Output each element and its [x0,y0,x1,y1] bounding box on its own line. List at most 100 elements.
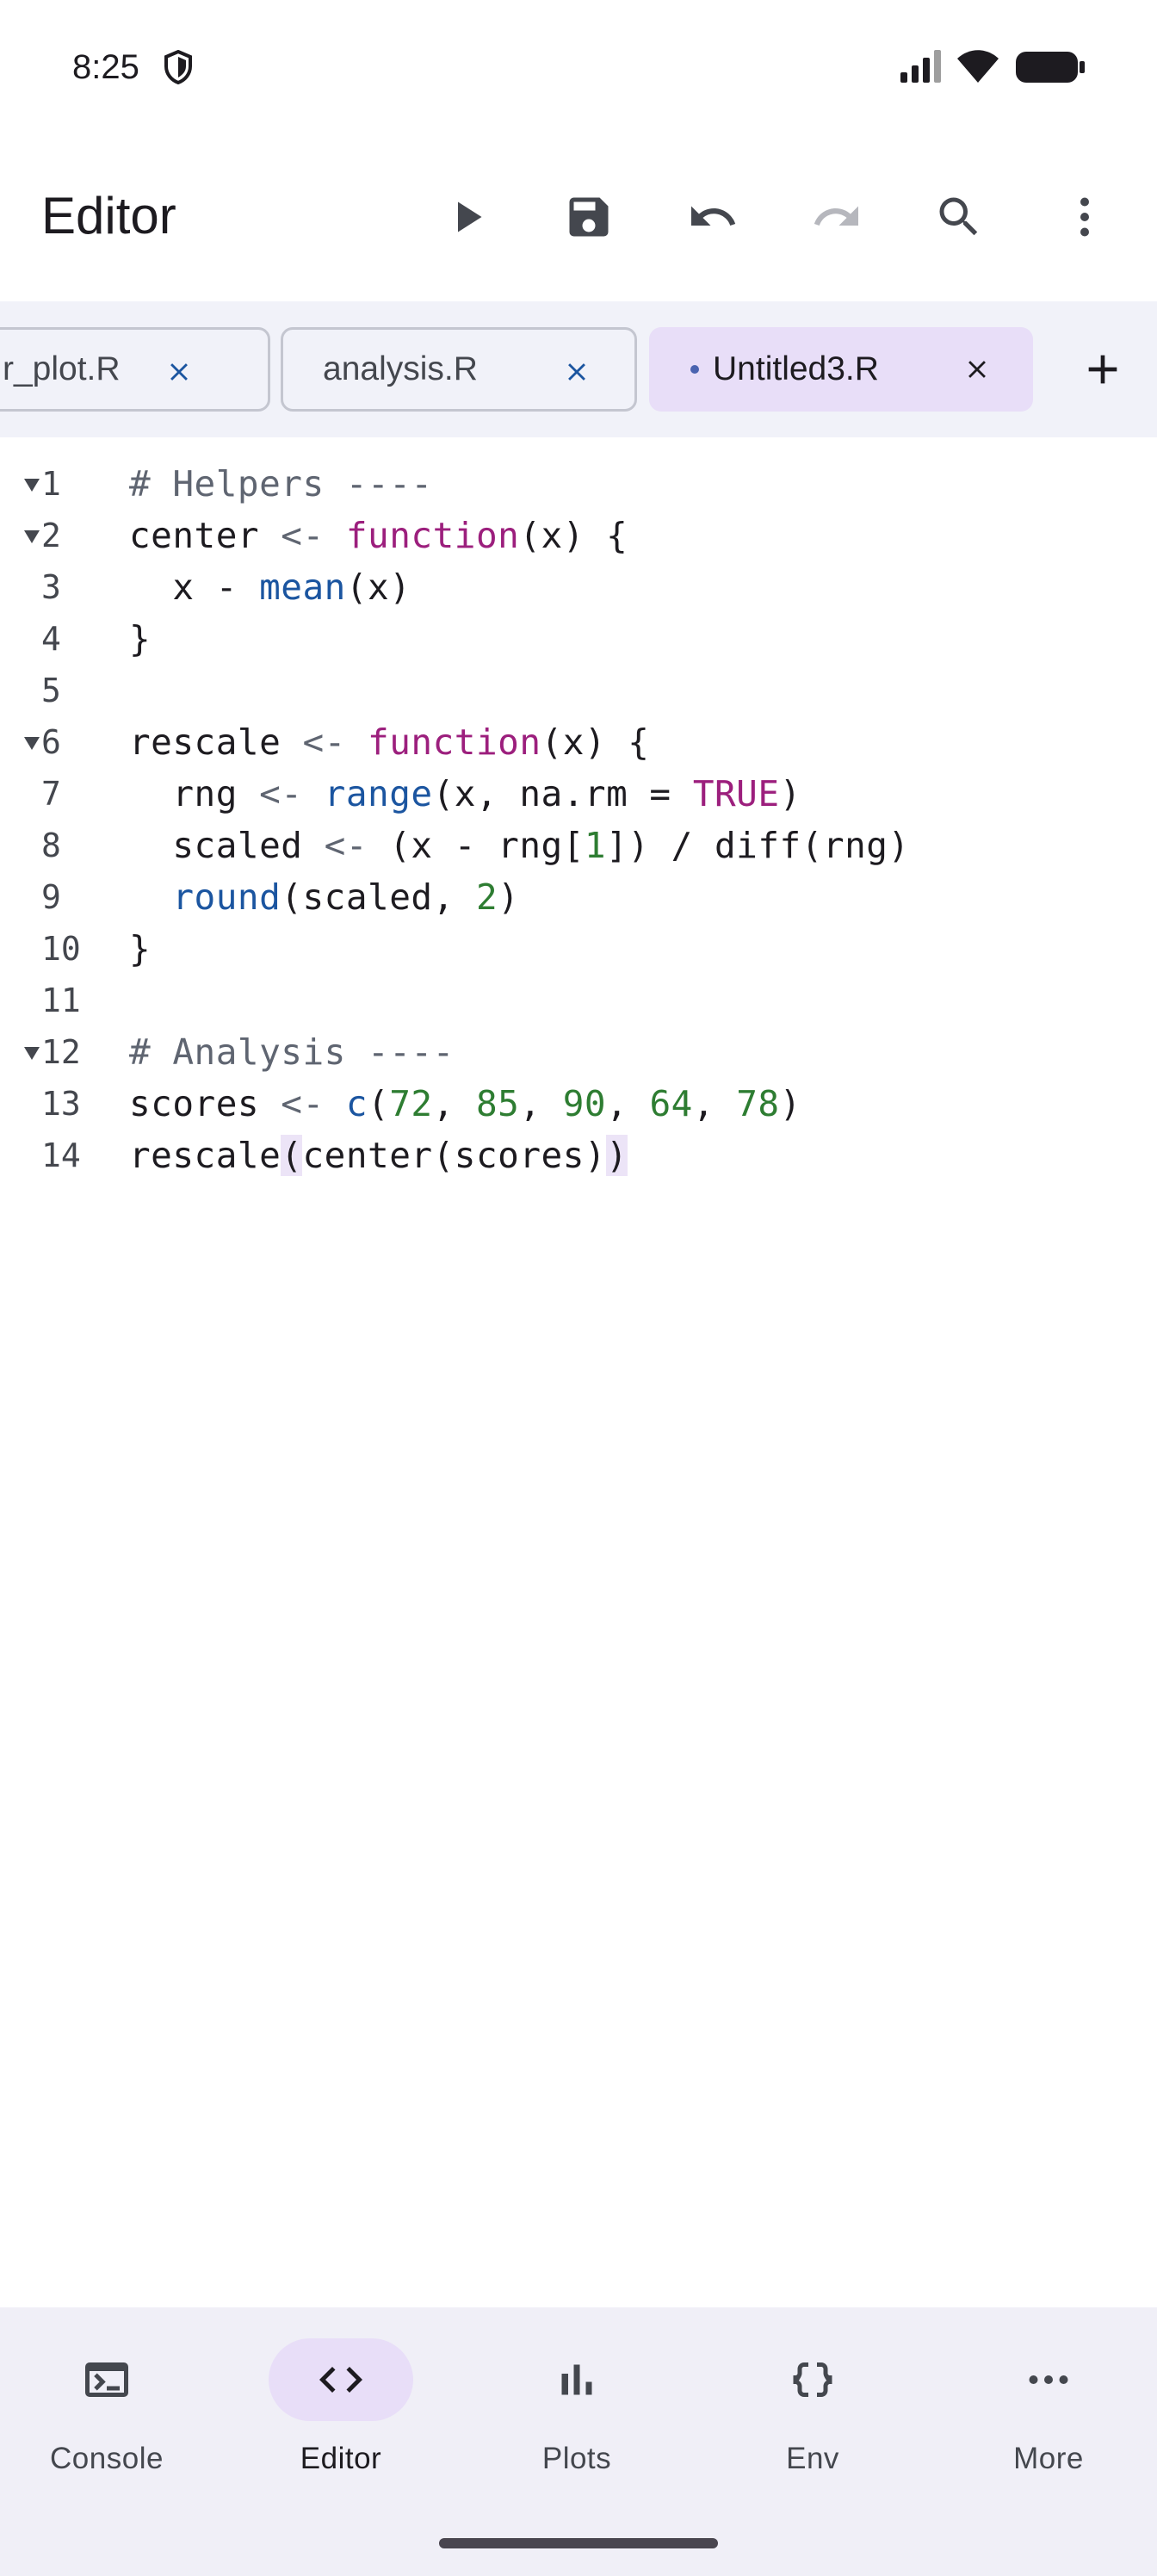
fold-toggle-icon[interactable] [24,530,40,543]
fold-toggle-icon[interactable] [24,1047,40,1060]
code-editor[interactable]: 1 # Helpers ---- 2 center <- function(x)… [0,437,1157,2307]
code-line: 9 round(scaled, 2) [0,871,1157,923]
nav-icon-container [269,2338,413,2421]
line-gutter: 3 [0,561,112,613]
line-number: 4 [41,620,61,658]
close-tab-button[interactable] [956,348,999,391]
status-bar: 8:25 [0,0,1157,138]
nav-item-editor[interactable]: Editor [246,2338,436,2502]
code-text: rescale <- function(x) { [129,721,650,763]
tab-label: Untitled3.R [713,350,879,387]
code-text: rng <- range(x, na.rm = TRUE) [129,773,801,814]
undo-icon [691,206,736,226]
code-line: 8 scaled <- (x - rng[1]) / diff(rng) [0,820,1157,871]
search-icon [939,197,978,236]
line-gutter: 13 [0,1078,112,1130]
fold-toggle-icon[interactable] [24,737,40,750]
nav-icon-container [34,2338,179,2421]
line-gutter: 2 [0,510,112,561]
line-number: 8 [41,827,61,864]
nav-label: Env [786,2442,839,2475]
code-line: 10 } [0,923,1157,975]
tab-label: r_plot.R [3,350,121,387]
nav-label: Console [50,2442,164,2475]
wifi-icon [957,50,999,83]
code-line: 5 [0,665,1157,716]
line-number: 3 [41,568,61,606]
line-gutter: 10 [0,923,112,975]
line-number: 11 [41,981,81,1019]
close-icon [170,363,188,381]
code-line: 6 rescale <- function(x) { [0,716,1157,768]
line-gutter: 1 [0,458,112,510]
status-time: 8:25 [72,48,139,86]
nav-label: Plots [541,2442,612,2475]
nav-icon-container [740,2338,885,2421]
save-button[interactable] [548,176,630,258]
undo-button[interactable] [671,176,754,258]
nav-item-more[interactable]: More [954,2338,1143,2502]
run-button[interactable] [425,176,508,258]
nav-item-env[interactable]: Env [718,2338,907,2502]
new-file-button[interactable] [1061,327,1145,412]
code-icon [319,2367,362,2393]
code-text: # Analysis ---- [129,1031,455,1073]
code-text: round(scaled, 2) [172,876,520,918]
tab-analysis[interactable]: analysis.R [281,327,637,412]
tab-untitled3[interactable]: Untitled3.R [649,327,1033,412]
page-title: Editor [41,187,176,245]
run-icon [458,201,482,232]
line-gutter: 12 [0,1026,112,1078]
line-number: 6 [41,723,61,761]
line-gutter: 8 [0,820,112,871]
nav-item-plots[interactable]: Plots [482,2338,671,2502]
bottom-navigation: Console Editor Plots Env More [0,2307,1157,2576]
redo-icon [814,206,858,226]
shield-icon [164,50,192,84]
code-text: # Helpers ---- [129,463,433,505]
line-gutter: 6 [0,716,112,768]
line-number: 5 [41,672,61,709]
tab-label: analysis.R [323,350,478,387]
battery-icon [1016,52,1085,83]
line-gutter: 5 [0,665,112,716]
line-number: 13 [41,1085,81,1123]
line-gutter: 11 [0,975,112,1026]
nav-item-console[interactable]: Console [12,2338,201,2502]
code-line: 3 x - mean(x) [0,561,1157,613]
line-number: 7 [41,775,61,813]
cellular-signal-icon [900,50,941,83]
nav-icon-container [504,2338,649,2421]
code-line: 7 rng <- range(x, na.rm = TRUE) [0,768,1157,820]
close-icon [968,361,986,378]
code-text: } [129,928,152,969]
line-gutter: 4 [0,613,112,665]
tab-r-plot[interactable]: r_plot.R [0,327,270,412]
terminal-icon [85,2362,128,2397]
code-text: scores <- c(72, 85, 90, 64, 78) [129,1083,801,1124]
code-line: 12 # Analysis ---- [0,1026,1157,1078]
line-number: 9 [41,878,61,916]
search-button[interactable] [918,176,1000,258]
line-gutter: 14 [0,1130,112,1181]
line-number: 14 [41,1136,81,1174]
bar-chart-icon [561,2364,592,2395]
close-tab-button[interactable] [158,350,201,393]
nav-label: Editor [300,2442,382,2475]
home-indicator[interactable] [439,2538,718,2548]
redo-button[interactable] [795,176,878,258]
code-line: 13 scores <- c(72, 85, 90, 64, 78) [0,1078,1157,1130]
fold-toggle-icon[interactable] [24,479,40,492]
code-text: center <- function(x) { [129,515,628,556]
code-text: } [129,618,152,659]
nav-label: More [1013,2442,1084,2475]
close-tab-button[interactable] [555,350,598,393]
code-line: 11 [0,975,1157,1026]
code-line: 4 } [0,613,1157,665]
add-icon [1088,355,1117,384]
code-text: rescale(center(scores)) [129,1135,628,1176]
braces-icon [793,2362,832,2397]
line-number: 2 [41,517,61,554]
overflow-menu-button[interactable] [1043,176,1126,258]
file-tabs: r_plot.R analysis.R Untitled3.R [0,301,1157,437]
